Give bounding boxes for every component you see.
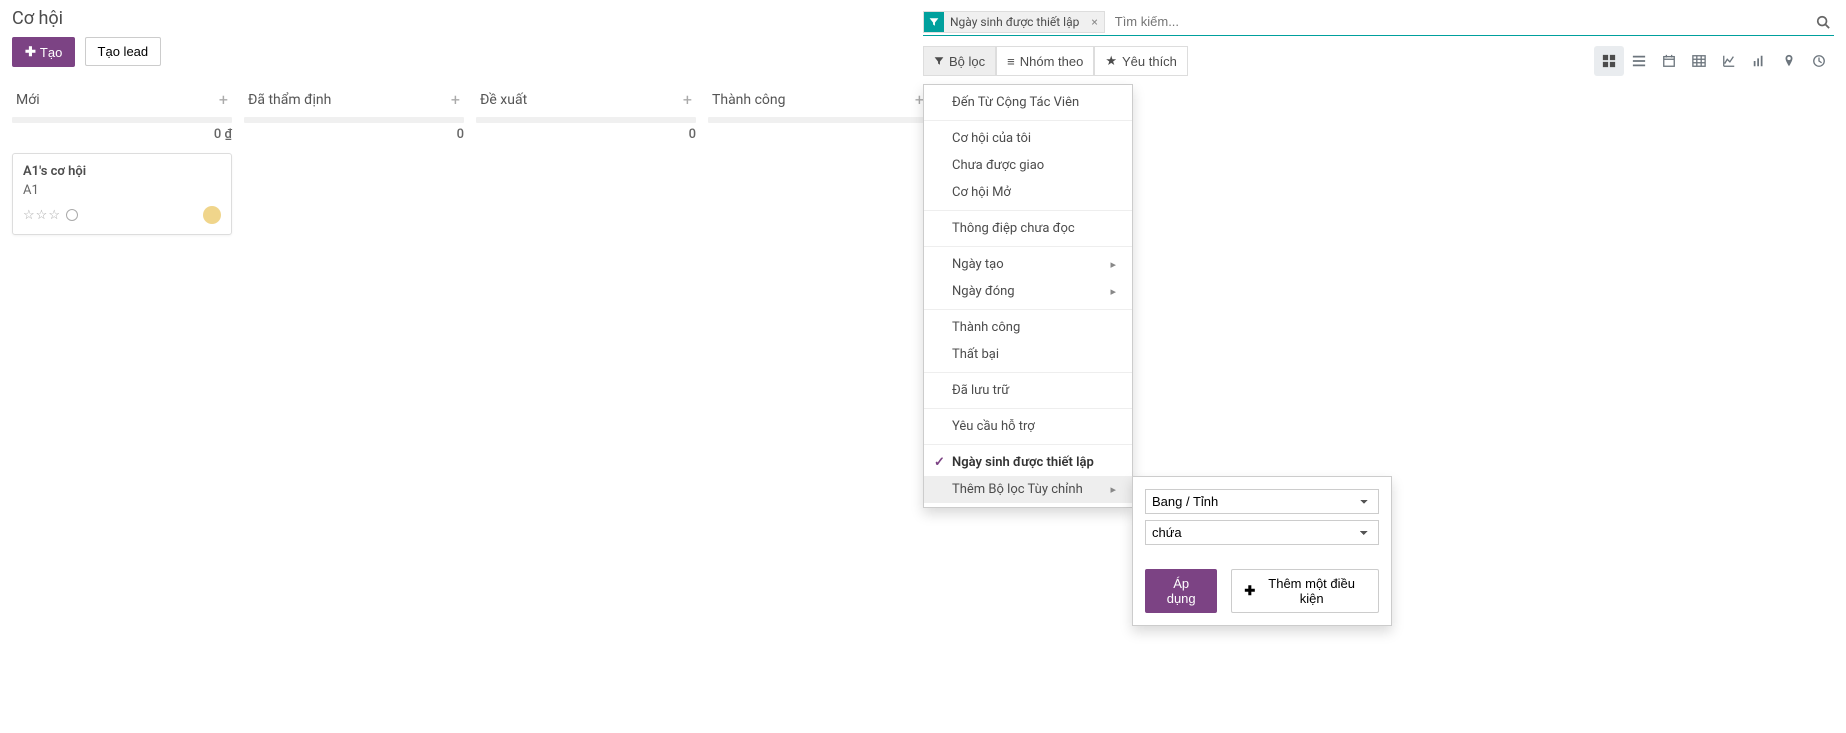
view-dashboard-button[interactable] — [1744, 46, 1774, 76]
column-meta — [708, 127, 928, 145]
filter-item[interactable]: Chưa được giao — [924, 152, 1132, 179]
filters-dropdown: Đến Từ Cộng Tác Viên Cơ hội của tôi Chưa… — [923, 84, 1133, 508]
search-facet: Ngày sinh được thiết lập × — [923, 11, 1105, 33]
filters-group: Bộ lọc ≡ Nhóm theo ★ Yêu thích Đến Từ Cộ… — [923, 46, 1188, 76]
star-icon: ★ — [1105, 53, 1117, 69]
groupby-label: Nhóm theo — [1020, 54, 1084, 69]
favorites-button[interactable]: ★ Yêu thích — [1094, 46, 1188, 76]
kanban-card[interactable]: A1's cơ hội A1 ☆ ☆ ☆ — [12, 153, 232, 235]
column-meta: 0 — [244, 127, 464, 145]
filter-item[interactable]: Ngày đóng▸ — [924, 278, 1132, 305]
kanban-column: Mới + 0 ₫ A1's cơ hội A1 ☆ ☆ ☆ — [6, 84, 238, 235]
star-outline-icon: ☆ — [48, 208, 60, 223]
chevron-right-icon: ▸ — [1110, 483, 1116, 496]
filter-item[interactable]: Yêu cầu hỗ trợ — [924, 413, 1132, 440]
kanban-column: Thành công + — [702, 84, 934, 153]
add-condition-button[interactable]: ✚Thêm một điều kiện — [1231, 569, 1379, 613]
card-title: A1's cơ hội — [23, 164, 221, 179]
filter-item[interactable]: Thành công — [924, 314, 1132, 341]
groupby-button[interactable]: ≡ Nhóm theo — [996, 46, 1094, 76]
column-progress-bar — [708, 117, 928, 123]
search-icon[interactable] — [1816, 15, 1834, 29]
priority-stars[interactable]: ☆ ☆ ☆ — [23, 208, 60, 223]
filter-item[interactable]: Thông điệp chưa đọc — [924, 215, 1132, 242]
star-outline-icon: ☆ — [23, 208, 35, 223]
view-list-button[interactable] — [1624, 46, 1654, 76]
column-progress-bar — [12, 117, 232, 123]
facet-label: Ngày sinh được thiết lập — [944, 15, 1085, 29]
filter-item[interactable]: Đã lưu trữ — [924, 377, 1132, 404]
view-switcher — [1594, 46, 1834, 76]
view-kanban-button[interactable] — [1594, 46, 1624, 76]
filters-button[interactable]: Bộ lọc — [923, 46, 996, 76]
column-title[interactable]: Mới — [16, 92, 40, 108]
column-progress-bar — [244, 117, 464, 123]
column-meta: 0 ₫ — [12, 127, 232, 145]
filter-item[interactable]: Đến Từ Cộng Tác Viên — [924, 89, 1132, 116]
chevron-right-icon: ▸ — [1110, 258, 1116, 271]
apply-filter-button[interactable]: Áp dụng — [1145, 569, 1217, 613]
plus-circle-icon: ✚ — [1244, 583, 1255, 599]
column-title[interactable]: Đã thẩm định — [248, 92, 331, 108]
search-input[interactable] — [1109, 10, 1816, 33]
filter-icon — [924, 12, 944, 32]
card-subtitle: A1 — [23, 183, 221, 198]
column-title[interactable]: Thành công — [712, 92, 786, 108]
create-lead-button[interactable]: Tạo lead — [85, 37, 162, 66]
create-button-label: Tạo — [40, 45, 62, 60]
view-graph-button[interactable] — [1714, 46, 1744, 76]
view-activity-button[interactable] — [1804, 46, 1834, 76]
chevron-right-icon: ▸ — [1110, 285, 1116, 298]
filter-add-custom[interactable]: Thêm Bộ lọc Tùy chỉnh▸ Bang / Tỉnh chứa … — [924, 476, 1132, 503]
column-add-icon[interactable]: + — [219, 90, 228, 109]
column-progress-bar — [476, 117, 696, 123]
page-title: Cơ hội — [12, 8, 923, 29]
custom-filter-panel: Bang / Tỉnh chứa Áp dụng ✚Thêm một điều … — [1132, 476, 1392, 626]
activity-status-icon[interactable] — [66, 209, 78, 221]
column-add-icon[interactable]: + — [451, 90, 460, 109]
custom-filter-field[interactable]: Bang / Tỉnh — [1145, 489, 1379, 514]
kanban-column: Đề xuất + 0 — [470, 84, 702, 153]
filter-item[interactable]: Cơ hội của tôi — [924, 125, 1132, 152]
filter-item[interactable]: Cơ hội Mở — [924, 179, 1132, 206]
column-add-icon[interactable]: + — [683, 90, 692, 109]
column-title[interactable]: Đề xuất — [480, 92, 527, 108]
assignee-avatar[interactable] — [203, 206, 221, 224]
view-map-button[interactable] — [1774, 46, 1804, 76]
create-button[interactable]: ✚ Tạo — [12, 37, 75, 67]
custom-filter-operator[interactable]: chứa — [1145, 520, 1379, 545]
star-outline-icon: ☆ — [36, 208, 48, 223]
view-pivot-button[interactable] — [1684, 46, 1714, 76]
favorites-label: Yêu thích — [1122, 54, 1177, 69]
search-bar[interactable]: Ngày sinh được thiết lập × — [923, 8, 1834, 36]
filter-item-selected[interactable]: Ngày sinh được thiết lập — [924, 449, 1132, 476]
view-calendar-button[interactable] — [1654, 46, 1684, 76]
plus-icon: ✚ — [25, 44, 36, 60]
kanban-column: Đã thẩm định + 0 — [238, 84, 470, 153]
column-meta: 0 — [476, 127, 696, 145]
filters-label: Bộ lọc — [949, 54, 985, 69]
filter-item[interactable]: Ngày tạo▸ — [924, 251, 1132, 278]
facet-remove-icon[interactable]: × — [1085, 15, 1103, 29]
filter-item[interactable]: Thất bại — [924, 341, 1132, 368]
list-icon: ≡ — [1007, 54, 1015, 69]
